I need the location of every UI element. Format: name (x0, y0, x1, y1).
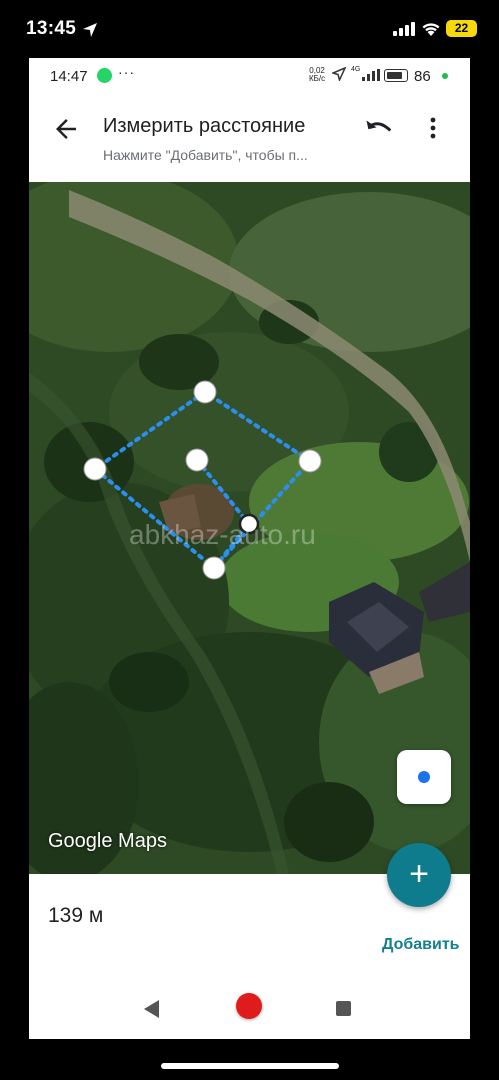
net-speed-unit: КБ/c (309, 74, 326, 83)
navigation-icon (332, 67, 346, 81)
net-speed: 0,02 КБ/c (309, 67, 325, 83)
network-type-label: 4G (351, 66, 361, 73)
wifi-icon (422, 23, 440, 36)
distance-readout: 139 м (48, 904, 104, 927)
app-bar (29, 94, 470, 182)
whatsapp-icon (97, 68, 112, 83)
cellular-signal-icon (393, 22, 415, 36)
signal-bars-icon (362, 69, 380, 81)
more-vert-icon[interactable] (422, 113, 444, 143)
location-arrow-icon (83, 23, 97, 37)
battery-percent: 86 (414, 68, 431, 85)
watermark-text: abkhaz-auto.ru (129, 519, 316, 550)
my-location-icon (418, 771, 430, 783)
nav-home-icon[interactable] (236, 993, 262, 1019)
nav-recents-icon[interactable] (336, 1001, 351, 1016)
page-title: Измерить расстояние (103, 115, 306, 137)
android-battery-icon (384, 69, 408, 82)
undo-icon[interactable] (364, 115, 394, 141)
ios-status-bar: 13:45 22 (0, 0, 499, 58)
battery-icon: 22 (446, 20, 477, 37)
satellite-map[interactable]: abkhaz-auto.ru Google Maps (29, 182, 470, 874)
arrow-back-icon[interactable] (51, 114, 81, 144)
ios-home-indicator[interactable] (161, 1063, 339, 1069)
android-status-bar: 14:47 ··· 0,02 КБ/c 4G 86 (29, 58, 470, 94)
charging-dot (442, 73, 448, 79)
android-clock: 14:47 (50, 68, 88, 85)
page-subtitle: Нажмите "Добавить", чтобы п... (103, 147, 308, 163)
more-notifications-icon: ··· (118, 64, 135, 80)
my-location-button[interactable] (397, 750, 451, 804)
nav-back-icon[interactable] (144, 1000, 160, 1018)
add-button[interactable]: Добавить (382, 936, 460, 954)
add-point-fab[interactable]: + (387, 843, 451, 907)
android-screen: 14:47 ··· 0,02 КБ/c 4G 86 Измерить расст… (29, 58, 470, 1039)
ios-clock: 13:45 (26, 18, 77, 39)
google-maps-logo: Google Maps (48, 830, 167, 852)
